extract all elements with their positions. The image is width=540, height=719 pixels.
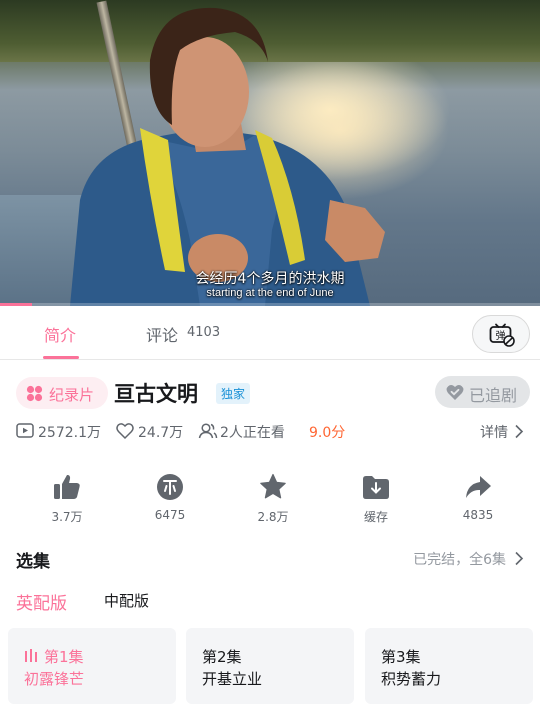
episodes-heading: 选集	[16, 552, 50, 572]
episode-number: 第2集	[202, 648, 242, 666]
episode-card-2[interactable]: 第2集 开基立业	[186, 628, 354, 704]
coin-button[interactable]: 6475	[130, 470, 210, 526]
stats-row: 2572.1万 24.7万 2人正在看 9.0分 详情	[16, 420, 524, 442]
tab-active-indicator	[43, 356, 79, 359]
tab-comments[interactable]: 评论	[146, 322, 178, 346]
episode-name: 开基立业	[202, 670, 263, 688]
cache-button[interactable]: 缓存	[336, 470, 416, 526]
like-count-label: 3.7万	[51, 510, 83, 524]
chevron-right-icon	[515, 551, 524, 566]
episode-number: 第3集	[381, 648, 421, 666]
version-english-dub[interactable]: 英配版	[16, 589, 67, 614]
episode-card-1[interactable]: 第1集 初露锋芒	[8, 628, 176, 704]
video-player[interactable]: 会经历4个多月的洪水期 starting at the end of June	[0, 0, 540, 306]
chevron-right-icon	[515, 424, 524, 439]
rating-score: 9.0分	[309, 425, 346, 441]
share-button[interactable]: 4835	[438, 470, 518, 526]
episode-number: 第1集	[44, 648, 84, 666]
play-count-icon	[16, 423, 34, 438]
favorite-count-label: 2.8万	[257, 510, 289, 524]
share-count-label: 4835	[462, 508, 494, 522]
episode-card-3[interactable]: 第3集 积势蓄力	[365, 628, 533, 704]
star-icon	[260, 473, 286, 499]
follow-series-button[interactable]: 已追剧	[435, 376, 530, 408]
heart-check-icon	[446, 385, 464, 400]
exclusive-badge: 独家	[216, 383, 251, 404]
like-count-value: 24.7万	[138, 425, 184, 441]
share-icon	[466, 476, 491, 498]
follow-label: 已追剧	[469, 386, 518, 405]
coin-count-label: 6475	[154, 508, 186, 522]
subtitle-chinese: 会经历4个多月的洪水期	[195, 271, 345, 287]
category-tag[interactable]: 纪录片	[16, 377, 108, 409]
thumb-up-icon	[54, 474, 80, 499]
danmaku-toggle-button[interactable]: 弹	[472, 315, 530, 353]
subtitle-english: starting at the end of June	[206, 287, 334, 299]
video-title: 亘古文明	[114, 382, 198, 406]
heart-outline-icon	[116, 423, 134, 440]
download-folder-icon	[363, 476, 389, 499]
category-label: 纪录片	[49, 386, 95, 404]
episodes-status-link[interactable]: 已完结，全6集	[413, 549, 524, 569]
tab-intro[interactable]: 简介	[44, 322, 76, 346]
version-chinese-dub[interactable]: 中配版	[104, 590, 149, 611]
watching-count-value: 2人正在看	[220, 425, 285, 441]
cache-label: 缓存	[363, 510, 388, 524]
episode-name: 积势蓄力	[381, 670, 442, 688]
play-count-value: 2572.1万	[38, 425, 101, 441]
coin-icon	[157, 474, 183, 500]
favorite-button[interactable]: 2.8万	[233, 470, 313, 526]
now-playing-icon	[25, 649, 37, 662]
category-dots-icon	[26, 385, 43, 402]
like-button[interactable]: 3.7万	[27, 470, 107, 526]
comment-count: 4103	[187, 325, 221, 340]
danmaku-off-icon: 弹	[489, 323, 515, 347]
tab-bar: 简介 评论 4103 弹	[0, 306, 540, 360]
details-label: 详情	[480, 425, 508, 441]
episodes-status: 已完结，全6集	[413, 552, 506, 568]
viewers-icon	[198, 423, 218, 439]
action-bar: 3.7万 6475 2.8万 缓存 4835	[0, 470, 540, 530]
episode-name: 初露锋芒	[24, 670, 85, 688]
video-frame-person	[70, 7, 385, 306]
